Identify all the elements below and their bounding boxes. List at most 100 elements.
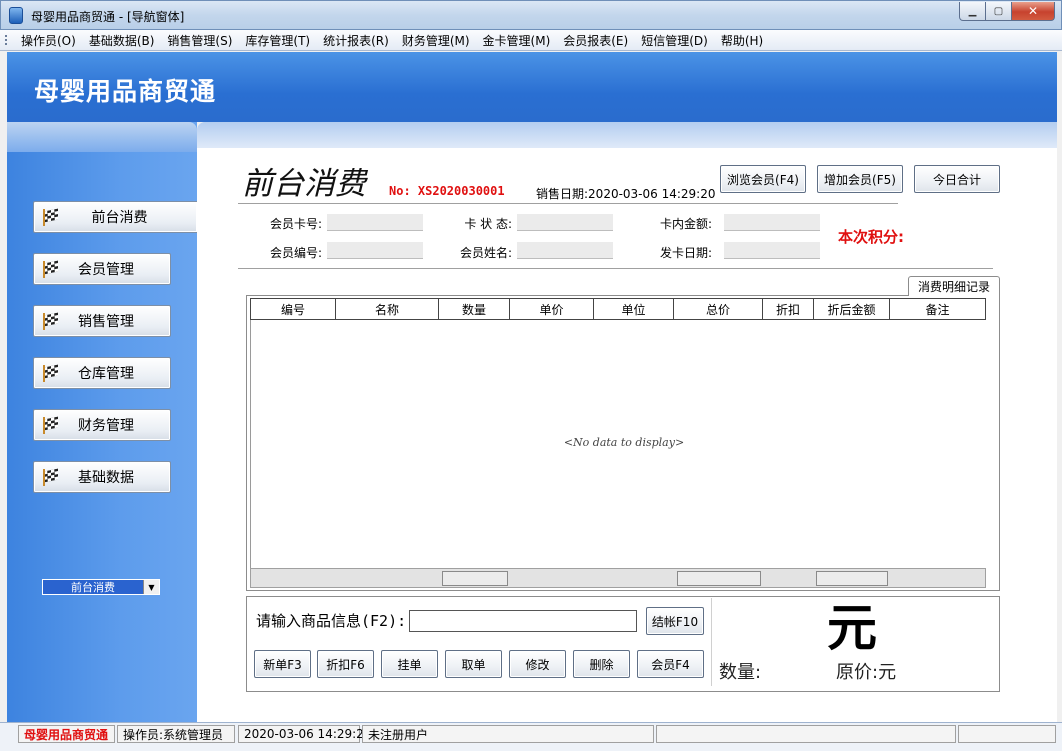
module-select[interactable]: 前台消费 ▼ bbox=[42, 579, 160, 595]
checkout-button[interactable]: 结帐F10 bbox=[646, 607, 704, 635]
sidebar: 前台消费 会员管理 销售管理 仓库管理 财务管理 基础数据 前台消费 ▼ bbox=[7, 122, 197, 722]
menu-inventory[interactable]: 库存管理(T) bbox=[245, 32, 310, 49]
sidebar-item-label: 会员管理 bbox=[78, 262, 134, 278]
app-icon bbox=[9, 7, 23, 24]
footer-summary-cell bbox=[442, 571, 508, 586]
add-member-button[interactable]: 增加会员(F5) bbox=[817, 165, 903, 193]
delete-button[interactable]: 删除 bbox=[573, 650, 630, 678]
card-status-label: 卡 状 态: bbox=[464, 217, 512, 231]
title-bar: 母婴用品商贸通 - [导航窗体] ▁ ▢ ✕ bbox=[0, 0, 1062, 30]
checkered-flag-icon bbox=[42, 260, 60, 278]
sale-date: 销售日期:2020-03-06 14:29:20 bbox=[536, 187, 716, 201]
grid-header: 编号 名称 数量 单价 单位 总价 折扣 折后金额 备注 bbox=[250, 298, 986, 320]
order-number: No: XS2020030001 bbox=[389, 184, 505, 198]
card-no-field[interactable] bbox=[327, 214, 423, 231]
footer-summary-cell bbox=[816, 571, 888, 586]
close-button[interactable]: ✕ bbox=[1011, 2, 1055, 21]
sidebar-header bbox=[7, 122, 197, 152]
issue-date-field[interactable] bbox=[724, 242, 820, 259]
column-header[interactable]: 单价 bbox=[510, 299, 594, 319]
menu-gold-card[interactable]: 金卡管理(M) bbox=[483, 32, 551, 49]
sidebar-item-front-sales[interactable]: 前台消费 bbox=[33, 201, 197, 233]
menu-grip-icon bbox=[5, 33, 14, 47]
column-header[interactable]: 折扣 bbox=[763, 299, 814, 319]
sidebar-item-basic-data[interactable]: 基础数据 bbox=[33, 461, 171, 493]
menu-help[interactable]: 帮助(H) bbox=[721, 32, 763, 49]
original-price-label: 原价:元 bbox=[836, 662, 897, 683]
sidebar-item-member[interactable]: 会员管理 bbox=[33, 253, 171, 285]
status-datetime: 2020-03-06 14:29:27 bbox=[238, 725, 371, 743]
menu-member-reports[interactable]: 会员报表(E) bbox=[563, 32, 628, 49]
sidebar-item-label: 仓库管理 bbox=[78, 366, 134, 382]
goods-input-label: 请输入商品信息(F2): bbox=[256, 612, 407, 630]
sidebar-item-warehouse[interactable]: 仓库管理 bbox=[33, 357, 171, 389]
menu-operator[interactable]: 操作员(O) bbox=[21, 32, 76, 49]
menu-basic-data[interactable]: 基础数据(B) bbox=[89, 32, 155, 49]
menu-reports[interactable]: 统计报表(R) bbox=[323, 32, 389, 49]
card-balance-field[interactable] bbox=[724, 214, 820, 231]
checkered-flag-icon bbox=[42, 468, 60, 486]
menu-sms[interactable]: 短信管理(D) bbox=[641, 32, 708, 49]
new-order-button[interactable]: 新单F3 bbox=[254, 650, 311, 678]
module-select-value: 前台消费 bbox=[71, 581, 115, 594]
column-header[interactable]: 数量 bbox=[439, 299, 510, 319]
column-header[interactable]: 单位 bbox=[594, 299, 674, 319]
sidebar-item-label: 销售管理 bbox=[78, 314, 134, 330]
window-controls: ▁ ▢ ✕ bbox=[959, 2, 1055, 21]
footer-summary-cell bbox=[677, 571, 761, 586]
card-no-label: 会员卡号: bbox=[269, 217, 322, 231]
sidebar-item-finance[interactable]: 财务管理 bbox=[33, 409, 171, 441]
page-title: 前台消费 bbox=[242, 166, 366, 202]
card-status-field[interactable] bbox=[517, 214, 613, 231]
menu-finance[interactable]: 财务管理(M) bbox=[402, 32, 470, 49]
points-label: 本次积分: bbox=[838, 228, 904, 246]
window-title: 母婴用品商贸通 - [导航窗体] bbox=[31, 10, 185, 24]
column-header[interactable]: 备注 bbox=[890, 299, 985, 319]
hold-order-button[interactable]: 挂单 bbox=[381, 650, 438, 678]
status-bar: 母婴用品商贸通 操作员:系统管理员 2020-03-06 14:29:27 未注… bbox=[0, 722, 1062, 751]
discount-button[interactable]: 折扣F6 bbox=[317, 650, 374, 678]
sidebar-item-label: 财务管理 bbox=[78, 418, 134, 434]
column-header[interactable]: 名称 bbox=[336, 299, 439, 319]
maximize-button[interactable]: ▢ bbox=[985, 2, 1012, 21]
checkered-flag-icon bbox=[42, 312, 60, 330]
retrieve-order-button[interactable]: 取单 bbox=[445, 650, 502, 678]
amount-unit: 元 bbox=[827, 598, 877, 657]
status-brand: 母婴用品商贸通 bbox=[18, 725, 115, 743]
member-button[interactable]: 会员F4 bbox=[637, 650, 704, 678]
sidebar-item-label: 前台消费 bbox=[91, 210, 148, 226]
divider bbox=[711, 598, 712, 686]
card-balance-label: 卡内金额: bbox=[659, 217, 712, 231]
column-header[interactable]: 总价 bbox=[674, 299, 763, 319]
header-banner: 母婴用品商贸通 bbox=[7, 52, 1057, 122]
menu-bar: 操作员(O) 基础数据(B) 销售管理(S) 库存管理(T) 统计报表(R) 财… bbox=[0, 30, 1062, 51]
member-no-label: 会员编号: bbox=[269, 246, 322, 260]
member-name-label: 会员姓名: bbox=[459, 246, 512, 260]
divider bbox=[238, 203, 898, 204]
member-name-field[interactable] bbox=[517, 242, 613, 259]
brand-title: 母婴用品商贸通 bbox=[34, 77, 217, 106]
member-no-field[interactable] bbox=[327, 242, 423, 259]
modify-button[interactable]: 修改 bbox=[509, 650, 566, 678]
today-total-button[interactable]: 今日合计 bbox=[914, 165, 1000, 193]
column-header[interactable]: 折后金额 bbox=[814, 299, 890, 319]
browse-member-button[interactable]: 浏览会员(F4) bbox=[720, 165, 806, 193]
column-header[interactable]: 编号 bbox=[251, 299, 336, 319]
goods-input[interactable] bbox=[409, 610, 637, 632]
tab-detail-records[interactable]: 消费明细记录 bbox=[908, 276, 1000, 296]
grid-footer bbox=[250, 568, 986, 588]
menu-sales[interactable]: 销售管理(S) bbox=[167, 32, 232, 49]
sidebar-item-label: 基础数据 bbox=[78, 470, 134, 486]
minimize-button[interactable]: ▁ bbox=[959, 2, 986, 21]
status-operator: 操作员:系统管理员 bbox=[117, 725, 235, 743]
issue-date-label: 发卡日期: bbox=[659, 246, 712, 260]
empty-message: <No data to display> bbox=[563, 436, 685, 449]
quantity-label: 数量: bbox=[719, 662, 762, 683]
sidebar-item-sales[interactable]: 销售管理 bbox=[33, 305, 171, 337]
checkered-flag-icon bbox=[42, 208, 60, 226]
checkered-flag-icon bbox=[42, 416, 60, 434]
checkered-flag-icon bbox=[42, 364, 60, 382]
divider bbox=[238, 268, 993, 269]
status-empty-cell bbox=[656, 725, 956, 743]
chevron-down-icon[interactable]: ▼ bbox=[143, 580, 159, 594]
